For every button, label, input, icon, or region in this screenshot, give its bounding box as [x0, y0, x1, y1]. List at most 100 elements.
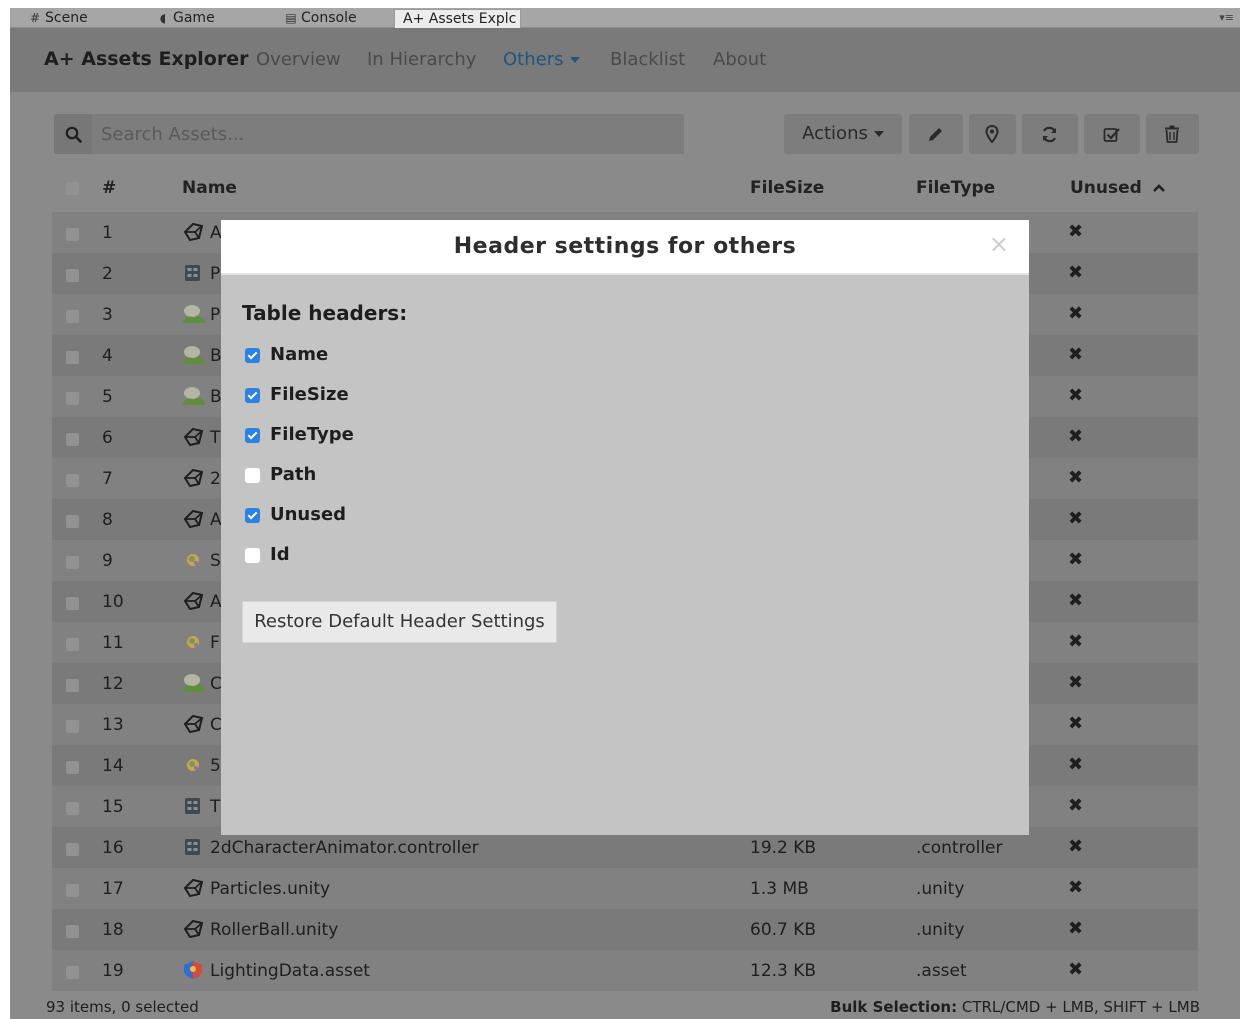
- row-checkbox[interactable]: [66, 843, 79, 856]
- checkbox[interactable]: [245, 428, 260, 443]
- checkbox[interactable]: [245, 548, 260, 563]
- asset-filesize: 12.3 KB: [750, 961, 817, 981]
- asset-filetype: .unity: [916, 879, 965, 899]
- row-checkbox[interactable]: [66, 638, 79, 651]
- item-count: 93 items, 0 selected: [46, 998, 199, 1016]
- asset-name[interactable]: S: [210, 551, 221, 571]
- row-number: 3: [102, 305, 113, 325]
- column-header-filesize[interactable]: FileSize: [750, 178, 824, 198]
- unused-x-icon: ✖: [1068, 344, 1084, 365]
- row-checkbox[interactable]: [66, 515, 79, 528]
- column-header-name[interactable]: Name: [182, 178, 237, 198]
- asset-name[interactable]: T: [210, 797, 220, 817]
- bulk-selection-hint: Bulk Selection: CTRL/CMD + LMB, SHIFT + …: [830, 998, 1200, 1016]
- close-icon[interactable]: ×: [989, 232, 1009, 256]
- sun-icon: [182, 632, 204, 652]
- unity-icon: [182, 919, 204, 939]
- asset-name[interactable]: 2dCharacterAnimator.controller: [210, 838, 479, 858]
- row-checkbox[interactable]: [66, 720, 79, 733]
- asset-name[interactable]: LightingData.asset: [210, 961, 370, 981]
- row-checkbox[interactable]: [66, 351, 79, 364]
- row-checkbox[interactable]: [66, 433, 79, 446]
- row-checkbox[interactable]: [66, 556, 79, 569]
- controller-icon: [182, 796, 204, 816]
- asset-filetype: .controller: [916, 838, 1003, 858]
- asset-name[interactable]: Particles.unity: [210, 879, 330, 899]
- app-navbar: A+ Assets Explorer Overview In Hierarchy…: [10, 28, 1240, 92]
- checkbox[interactable]: [245, 388, 260, 403]
- row-checkbox[interactable]: [66, 597, 79, 610]
- controller-icon: [182, 837, 204, 857]
- nav-overview[interactable]: Overview: [256, 49, 341, 70]
- terrain-icon: [182, 386, 205, 406]
- refresh-button[interactable]: [1022, 114, 1078, 154]
- option-label: Path: [270, 464, 317, 485]
- unused-x-icon: ✖: [1068, 262, 1084, 283]
- checkbox[interactable]: [245, 348, 260, 363]
- row-checkbox[interactable]: [66, 392, 79, 405]
- tab-console[interactable]: ▤ Console: [274, 9, 356, 28]
- row-checkbox[interactable]: [66, 925, 79, 938]
- restore-defaults-button[interactable]: Restore Default Header Settings: [242, 601, 557, 643]
- asset-name[interactable]: B: [210, 346, 222, 366]
- row-checkbox[interactable]: [66, 966, 79, 979]
- asset-name[interactable]: P: [210, 305, 220, 325]
- locate-button[interactable]: [969, 114, 1016, 154]
- edit-button[interactable]: [909, 114, 963, 154]
- nav-others[interactable]: Others: [503, 49, 580, 70]
- table-row[interactable]: 19 LightingData.asset 12.3 KB .asset ✖: [52, 950, 1198, 991]
- unused-x-icon: ✖: [1068, 590, 1084, 611]
- column-header-unused[interactable]: Unused: [1070, 178, 1166, 198]
- asset-name[interactable]: T: [210, 428, 220, 448]
- column-header-filetype[interactable]: FileType: [916, 178, 995, 198]
- table-headers-heading: Table headers:: [242, 301, 408, 325]
- nav-about[interactable]: About: [713, 49, 766, 70]
- unity-icon: [182, 222, 204, 242]
- select-all-checkbox[interactable]: [66, 182, 79, 195]
- row-checkbox[interactable]: [66, 679, 79, 692]
- row-number: 13: [102, 715, 124, 735]
- actions-dropdown-button[interactable]: Actions: [784, 114, 902, 154]
- delete-button[interactable]: [1146, 114, 1199, 154]
- unused-x-icon: ✖: [1068, 549, 1084, 570]
- search-input[interactable]: [92, 114, 684, 154]
- row-checkbox[interactable]: [66, 310, 79, 323]
- row-number: 7: [102, 469, 113, 489]
- app-brand[interactable]: A+ Assets Explorer: [44, 48, 248, 70]
- asset-name[interactable]: P: [210, 264, 220, 284]
- asset-name[interactable]: 2: [210, 469, 221, 489]
- row-checkbox[interactable]: [66, 269, 79, 282]
- nav-in-hierarchy[interactable]: In Hierarchy: [367, 49, 476, 70]
- row-checkbox[interactable]: [66, 761, 79, 774]
- asset-name[interactable]: RollerBall.unity: [210, 920, 338, 940]
- checkbox[interactable]: [245, 508, 260, 523]
- row-checkbox[interactable]: [66, 802, 79, 815]
- asset-name[interactable]: A: [210, 510, 222, 530]
- tab-assets-explorer[interactable]: A+ Assets Explc: [394, 9, 521, 28]
- select-all-button[interactable]: [1084, 114, 1140, 154]
- asset-name[interactable]: A: [210, 592, 222, 612]
- sun-icon: [182, 755, 204, 775]
- checkbox[interactable]: [245, 468, 260, 483]
- option-label: Id: [270, 544, 290, 565]
- nav-blacklist[interactable]: Blacklist: [610, 49, 685, 70]
- unused-x-icon: ✖: [1068, 795, 1084, 816]
- tab-game[interactable]: ◖ Game: [146, 9, 215, 28]
- tab-menu-icon[interactable]: ▾≡: [1219, 11, 1234, 24]
- asset-name[interactable]: F: [210, 633, 220, 653]
- asset-name[interactable]: 5: [210, 756, 221, 776]
- asset-name[interactable]: A: [210, 223, 222, 243]
- asset-filesize: 19.2 KB: [750, 838, 817, 858]
- tab-scene[interactable]: # Scene: [18, 9, 88, 28]
- console-icon: ▤: [285, 11, 297, 25]
- asset-name[interactable]: B: [210, 387, 222, 407]
- option-label: Unused: [270, 504, 347, 525]
- column-header-number[interactable]: #: [102, 178, 116, 198]
- row-checkbox[interactable]: [66, 228, 79, 241]
- row-checkbox[interactable]: [66, 884, 79, 897]
- table-row[interactable]: 17 Particles.unity 1.3 MB .unity ✖: [52, 868, 1198, 909]
- unused-x-icon: ✖: [1068, 836, 1084, 857]
- table-row[interactable]: 18 RollerBall.unity 60.7 KB .unity ✖: [52, 909, 1198, 950]
- asset-filetype: .asset: [916, 961, 967, 981]
- row-checkbox[interactable]: [66, 474, 79, 487]
